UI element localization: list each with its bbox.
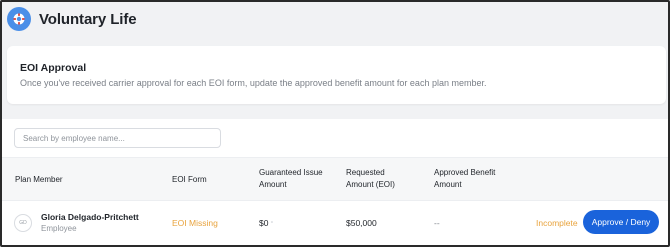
life-preserver-icon <box>7 7 31 31</box>
page-title: Voluntary Life <box>39 11 137 28</box>
table-row: GD Gloria Delgado-Pritchett Employee EOI… <box>2 202 668 242</box>
column-header-guaranteed-issue: Guaranteed Issue Amount <box>259 168 323 189</box>
eoi-approval-card: EOI Approval Once you've received carrie… <box>7 46 666 104</box>
eoi-form-link[interactable]: EOI Missing <box>172 218 218 228</box>
page-header: Voluntary Life <box>2 2 668 42</box>
guaranteed-issue-amount: $0 ° <box>259 218 273 228</box>
requested-amount: $50,000 <box>346 218 377 228</box>
guaranteed-issue-value: $0 <box>259 218 269 228</box>
approve-deny-button[interactable]: Approve / Deny <box>583 210 659 234</box>
card-description: Once you've received carrier approval fo… <box>20 78 487 88</box>
info-icon: ° <box>270 221 274 228</box>
search-input[interactable] <box>14 128 221 148</box>
avatar: GD <box>14 214 32 232</box>
member-name: Gloria Delgado-Pritchett <box>41 212 139 222</box>
column-header-eoi-form: EOI Form <box>172 175 207 184</box>
card-title: EOI Approval <box>20 62 87 74</box>
column-header-plan-member: Plan Member <box>15 175 63 184</box>
approved-benefit-amount: -- <box>434 218 440 228</box>
table-header: Plan Member EOI Form Guaranteed Issue Am… <box>2 157 668 201</box>
member-role: Employee <box>41 224 77 233</box>
column-header-requested-amount: Requested Amount (EOI) <box>346 168 395 189</box>
members-panel: Plan Member EOI Form Guaranteed Issue Am… <box>2 119 668 245</box>
status-badge: Incomplete <box>536 218 578 228</box>
column-header-approved-benefit: Approved Benefit Amount <box>434 168 496 189</box>
app-window: Voluntary Life EOI Approval Once you've … <box>0 0 670 247</box>
